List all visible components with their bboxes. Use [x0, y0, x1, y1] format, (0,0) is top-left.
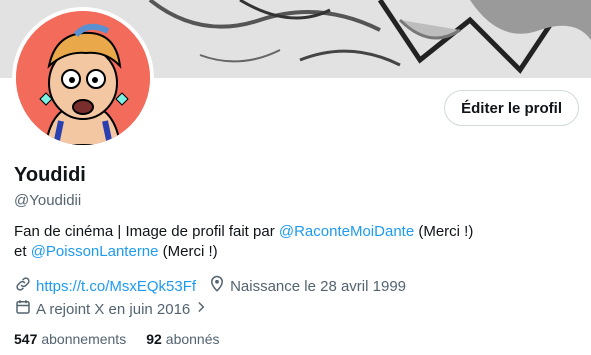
bio: Fan de cinéma | Image de profil fait par… — [14, 222, 574, 262]
birth-text: Naissance le 28 avril 1999 — [230, 277, 406, 295]
edit-profile-button[interactable]: Éditer le profil — [444, 90, 579, 126]
joined-item[interactable]: A rejoint X en juin 2016 — [14, 298, 212, 320]
bio-text: Fan de cinéma | Image de profil fait par — [14, 223, 279, 240]
profile-meta-row: https://t.co/MsxEQk53Ff Naissance le 28 … — [14, 275, 418, 297]
follow-stats: 547 abonnements 92 abonnés — [14, 331, 240, 347]
avatar-image — [16, 11, 150, 145]
display-name: Youdidi — [14, 164, 86, 186]
mention-link-poisson[interactable]: @PoissonLanterne — [31, 243, 159, 260]
joined-text: A rejoint X en juin 2016 — [36, 300, 191, 318]
avatar[interactable] — [12, 7, 154, 149]
calendar-icon — [14, 298, 36, 320]
following-link[interactable]: 547 abonnements — [14, 331, 126, 347]
user-handle: @Youdidii — [14, 192, 82, 209]
website-link[interactable]: https://t.co/MsxEQk53Ff — [36, 278, 196, 295]
following-label: abonnements — [41, 331, 127, 347]
link-icon — [14, 275, 36, 297]
chevron-right-icon — [194, 300, 212, 318]
bio-text: et — [14, 243, 31, 260]
mention-link-dante[interactable]: @RaconteMoiDante — [279, 223, 414, 240]
followers-label: abonnés — [165, 331, 220, 347]
followers-count: 92 — [146, 331, 162, 347]
birth-item: Naissance le 28 avril 1999 — [208, 275, 406, 297]
followers-link[interactable]: 92 abonnés — [146, 331, 219, 347]
location-pin-icon — [208, 275, 230, 297]
profile-meta-row: A rejoint X en juin 2016 — [14, 298, 224, 320]
bio-text: (Merci !) — [414, 223, 474, 240]
website-item: https://t.co/MsxEQk53Ff — [14, 275, 196, 297]
bio-text: (Merci !) — [158, 243, 218, 260]
following-count: 547 — [14, 331, 38, 347]
